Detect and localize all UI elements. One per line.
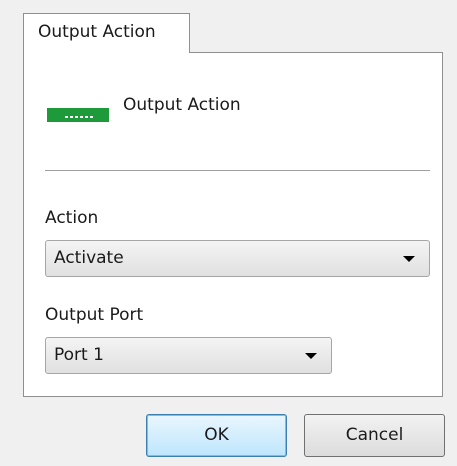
header-title: Output Action <box>123 95 241 115</box>
tab-label: Output Action <box>38 22 156 42</box>
divider <box>45 170 430 171</box>
action-select[interactable]: Activate <box>45 240 430 277</box>
output-port-label: Output Port <box>45 305 144 325</box>
action-select-value: Activate <box>54 248 124 268</box>
output-port-select-value: Port 1 <box>54 345 104 365</box>
chevron-down-icon <box>403 256 415 262</box>
output-port-select[interactable]: Port 1 <box>45 337 332 374</box>
action-label: Action <box>45 208 99 228</box>
tab-output-action[interactable]: Output Action <box>23 13 190 53</box>
chevron-down-icon <box>305 353 317 359</box>
output-action-dialog: Output Action Output Action Action Activ… <box>0 0 457 466</box>
ok-button[interactable]: OK <box>146 414 287 457</box>
output-port-icon <box>47 108 109 122</box>
cancel-button[interactable]: Cancel <box>304 414 445 457</box>
